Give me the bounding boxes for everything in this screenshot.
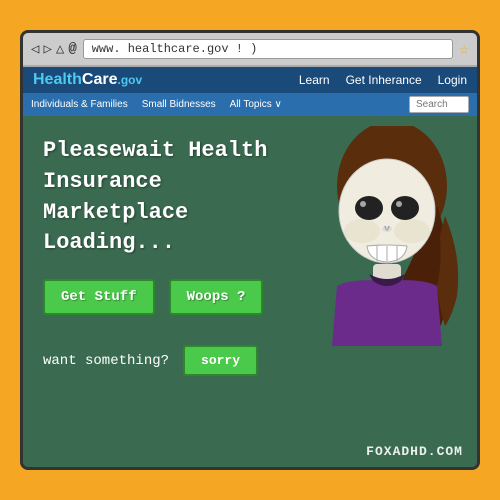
logo-care: Care: [82, 71, 118, 88]
nav-login[interactable]: Login: [438, 73, 467, 87]
refresh-button[interactable]: @: [68, 41, 76, 57]
want-text: want something?: [43, 353, 169, 369]
sub-nav-small-biz[interactable]: Small Bidnesses: [142, 99, 216, 110]
sub-nav: Individuals & Families Small Bidnesses A…: [23, 93, 477, 116]
site-nav: Learn Get Inherance Login: [299, 73, 467, 87]
logo-health: Health: [33, 71, 82, 88]
browser-chrome: ◁ ▷ △ @ ☆: [23, 33, 477, 67]
woops-button[interactable]: Woops ?: [169, 279, 264, 315]
browser-window: ◁ ▷ △ @ ☆ HealthCare.gov Learn Get Inher…: [20, 30, 480, 470]
bookmark-icon[interactable]: ☆: [459, 39, 469, 59]
logo-gov: .gov: [117, 73, 142, 87]
nav-learn[interactable]: Learn: [299, 73, 330, 87]
bottom-row: want something? sorry: [43, 345, 457, 376]
sub-nav-individuals[interactable]: Individuals & Families: [31, 99, 128, 110]
forward-button[interactable]: ▷: [43, 41, 51, 58]
search-input[interactable]: [409, 96, 469, 113]
skull-character: [297, 126, 467, 346]
site-header: HealthCare.gov Learn Get Inherance Login: [23, 67, 477, 93]
sorry-button[interactable]: sorry: [183, 345, 258, 376]
loading-text: Pleasewait Health Insurance Marketplace …: [43, 136, 303, 259]
watermark: FOXADHD.COM: [366, 444, 463, 459]
nav-get-inherance[interactable]: Get Inherance: [346, 73, 422, 87]
sub-nav-all-topics[interactable]: All Topics ∨: [230, 99, 282, 110]
back-button[interactable]: ◁: [31, 41, 39, 58]
address-bar[interactable]: [83, 39, 454, 59]
get-stuff-button[interactable]: Get Stuff: [43, 279, 155, 315]
site-logo: HealthCare.gov: [33, 71, 142, 89]
up-button[interactable]: △: [56, 41, 64, 58]
main-content: Pleasewait Health Insurance Marketplace …: [23, 116, 477, 467]
nav-buttons: ◁ ▷ △ @: [31, 41, 77, 58]
